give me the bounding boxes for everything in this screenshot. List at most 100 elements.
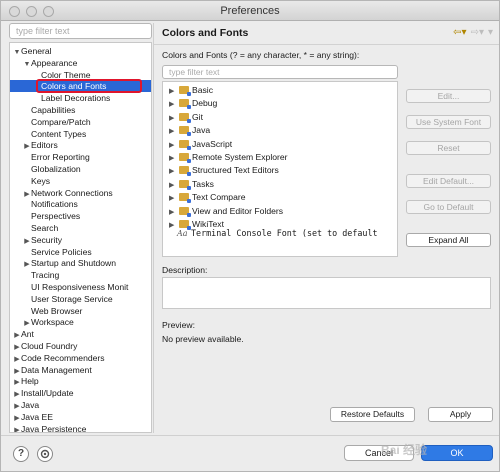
tree-item[interactable]: Tracing xyxy=(10,269,151,281)
tree-item[interactable]: ▶Network Connections xyxy=(10,187,151,199)
collapsed-arrow-icon[interactable]: ▶ xyxy=(169,125,179,138)
preferences-nav: type filter text ▼General ▼Appearance Colo… xyxy=(9,23,152,433)
collapsed-arrow-icon[interactable]: ▶ xyxy=(169,219,179,232)
reset-button[interactable]: Reset xyxy=(406,141,491,155)
collapsed-arrow-icon[interactable]: ▶ xyxy=(169,192,179,205)
collapsed-arrow-icon[interactable]: ▶ xyxy=(169,206,179,219)
tree-item[interactable]: ▶Java xyxy=(10,399,151,411)
tree-item[interactable]: ▶Java Persistence xyxy=(10,423,151,433)
collapsed-arrow-icon[interactable]: ▶ xyxy=(169,98,179,111)
page-subtitle: Colors and Fonts (? = any character, * =… xyxy=(162,50,360,60)
tree-item[interactable]: Color Theme xyxy=(10,69,151,81)
tree-item[interactable]: Compare/Patch xyxy=(10,116,151,128)
colors-and-fonts-page: Colors and Fonts ⇦▾ ⇨▾ ▾ Colors and Font… xyxy=(153,23,499,433)
tree-item[interactable]: UI Responsiveness Monit xyxy=(10,281,151,293)
collapsed-arrow-icon[interactable]: ▶ xyxy=(169,139,179,152)
description-box xyxy=(162,277,491,309)
tree-item[interactable]: ▶Security xyxy=(10,234,151,246)
page-title: Colors and Fonts xyxy=(162,27,249,39)
tree-item-label: Ant xyxy=(21,329,34,340)
collapsed-arrow-icon[interactable]: ▶ xyxy=(13,425,21,432)
tree-item[interactable]: Notifications xyxy=(10,198,151,210)
category-label: View and Editor Folders xyxy=(192,205,284,216)
tree-item[interactable]: ▶Install/Update xyxy=(10,387,151,399)
tree-item[interactable]: Globalization xyxy=(10,163,151,175)
tree-item[interactable]: Capabilities xyxy=(10,104,151,116)
tree-item-label: Security xyxy=(31,234,63,245)
folder-icon xyxy=(179,139,191,150)
category-item[interactable]: ▶ WikiText xyxy=(163,218,224,231)
tree-item[interactable]: User Storage Service xyxy=(10,293,151,305)
close-window-button[interactable] xyxy=(9,6,20,17)
collapsed-arrow-icon[interactable]: ▶ xyxy=(169,165,179,178)
expand-all-button[interactable]: Expand All xyxy=(406,233,491,247)
tree-item-label: Compare/Patch xyxy=(31,116,91,127)
category-label: Tasks xyxy=(192,178,214,189)
tree-item[interactable]: Web Browser xyxy=(10,305,151,317)
help-icon[interactable]: ? xyxy=(13,446,29,462)
tree-item[interactable]: Service Policies xyxy=(10,246,151,258)
minimize-window-button[interactable] xyxy=(26,6,37,17)
tree-item[interactable]: ▶Java EE xyxy=(10,411,151,423)
zoom-window-button[interactable] xyxy=(43,6,54,17)
tree-item[interactable]: ▶Help xyxy=(10,375,151,387)
restore-defaults-button[interactable]: Restore Defaults xyxy=(330,407,415,422)
tree-item-label: Keys xyxy=(31,175,51,186)
category-item[interactable]: ▶ Java xyxy=(163,124,210,137)
tree-item-label: Web Browser xyxy=(31,305,83,316)
edit-button[interactable]: Edit... xyxy=(406,89,491,103)
tree-item[interactable]: Perspectives xyxy=(10,210,151,222)
preferences-tree: ▼General ▼Appearance Color Theme Colors and… xyxy=(9,42,152,433)
tree-item[interactable]: ▶Startup and Shutdown xyxy=(10,257,151,269)
category-item[interactable]: ▶ Debug xyxy=(163,97,217,110)
forward-arrow-icon[interactable]: ⇨▾ xyxy=(471,27,484,38)
tree-item-label: Colors and Fonts xyxy=(41,81,107,92)
nav-filter-input[interactable]: type filter text xyxy=(9,23,152,39)
category-item[interactable]: ▶ Text Compare xyxy=(163,191,246,204)
collapsed-arrow-icon[interactable]: ▶ xyxy=(169,179,179,192)
category-item[interactable]: ▶ Remote System Explorer xyxy=(163,151,288,164)
tree-item[interactable]: Keys xyxy=(10,175,151,187)
colors-filter-input[interactable]: type filter text xyxy=(162,65,398,79)
dialog-footer: ? Cancel OK xyxy=(1,435,499,471)
import-export-icon[interactable] xyxy=(37,446,53,462)
tree-item-label: UI Responsiveness Monit xyxy=(31,282,129,292)
category-item[interactable]: ▶ Structured Text Editors xyxy=(163,164,279,177)
category-item[interactable]: ▶ JavaScript xyxy=(163,138,232,151)
edit-default-button[interactable]: Edit Default... xyxy=(406,174,491,188)
tree-item-label: Notifications xyxy=(31,199,78,210)
tree-item[interactable]: Content Types xyxy=(10,128,151,140)
category-label: Debug xyxy=(192,98,218,109)
ok-button[interactable]: OK xyxy=(421,445,493,461)
tree-item[interactable]: Error Reporting xyxy=(10,151,151,163)
tree-item[interactable]: ▶Editors xyxy=(10,139,151,151)
collapsed-arrow-icon[interactable]: ▶ xyxy=(169,85,179,98)
tree-item[interactable]: Colors and Fonts xyxy=(10,80,151,93)
tree-item[interactable]: ▶Data Management xyxy=(10,364,151,376)
apply-button[interactable]: Apply xyxy=(428,407,493,422)
menu-chevron-icon[interactable]: ▾ xyxy=(488,27,493,38)
category-item[interactable]: ▶ Git xyxy=(163,111,203,124)
use-system-font-button[interactable]: Use System Font xyxy=(406,115,491,129)
tree-item[interactable]: ▶Cloud Foundry xyxy=(10,340,151,352)
go-to-default-button[interactable]: Go to Default xyxy=(406,200,491,214)
category-item[interactable]: ▶ Tasks xyxy=(163,178,214,191)
collapsed-arrow-icon[interactable]: ▶ xyxy=(169,112,179,125)
category-item[interactable]: ▶ View and Editor Folders xyxy=(163,205,283,218)
tree-item[interactable]: Label Decorations xyxy=(10,92,151,104)
tree-item[interactable]: ▶Ant xyxy=(10,328,151,340)
tree-item[interactable]: ▶Workspace xyxy=(10,316,151,328)
tree-item[interactable]: ▼General xyxy=(10,45,151,57)
tree-item[interactable]: ▼Appearance xyxy=(10,57,151,69)
tree-item-label: General xyxy=(21,46,52,56)
tree-item-label: Java Persistence xyxy=(21,423,87,433)
tree-item-label: Globalization xyxy=(31,164,81,174)
category-item[interactable]: ▶ Basic xyxy=(163,84,213,97)
tree-item[interactable]: Search xyxy=(10,222,151,234)
cancel-button[interactable]: Cancel xyxy=(344,445,414,461)
tree-item-label: Startup and Shutdown xyxy=(31,258,117,269)
folder-icon xyxy=(179,86,191,96)
back-arrow-icon[interactable]: ⇦▾ xyxy=(453,27,466,38)
tree-item[interactable]: ▶Code Recommenders xyxy=(10,352,151,364)
collapsed-arrow-icon[interactable]: ▶ xyxy=(169,152,179,165)
